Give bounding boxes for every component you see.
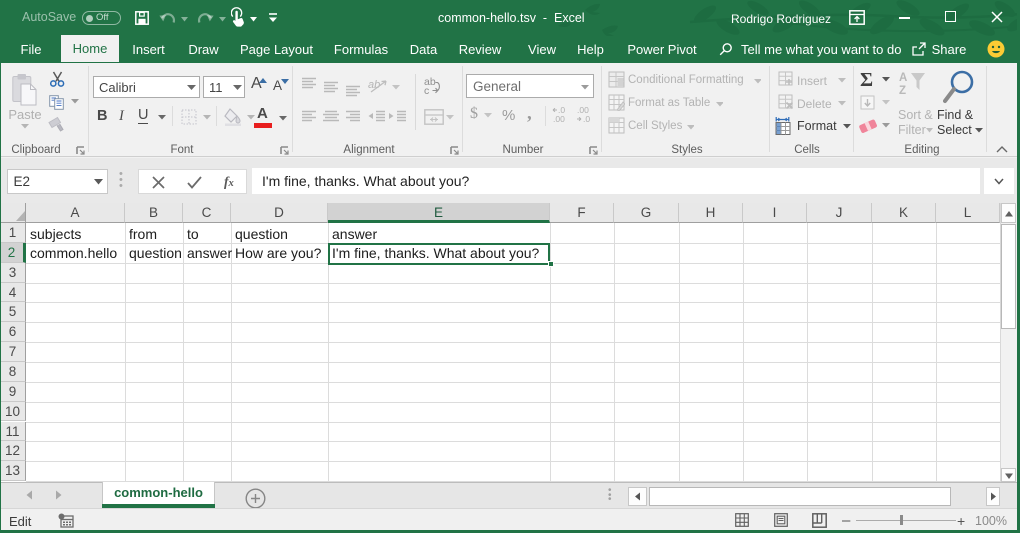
svg-text:A: A [899,72,907,84]
svg-text:.0: .0 [583,114,590,124]
svg-text:.0: .0 [558,106,565,115]
svg-text:.00: .00 [553,114,565,124]
svg-text:Z: Z [899,85,906,97]
svg-text:c: c [424,85,429,95]
